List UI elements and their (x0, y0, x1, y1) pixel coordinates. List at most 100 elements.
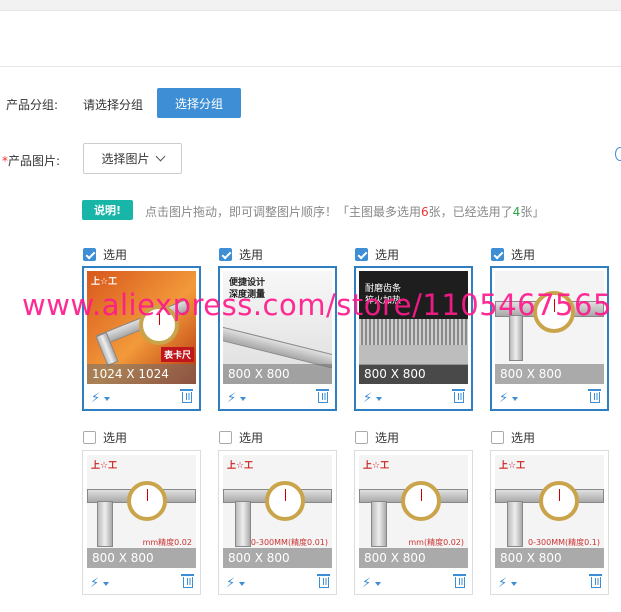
trash-icon[interactable] (588, 389, 601, 403)
image-select-1[interactable]: 选用 (83, 246, 127, 263)
caret-down-icon[interactable] (103, 582, 109, 586)
checkbox[interactable] (491, 431, 504, 444)
image-tools: ⚡ (355, 572, 472, 594)
image-card-8[interactable]: 上☆工 0-300MM(精度0.1) 800 X 800 ⚡ (490, 450, 609, 595)
chevron-down-icon (155, 151, 165, 162)
select-label: 选用 (511, 431, 536, 445)
caret-down-icon[interactable] (376, 397, 382, 401)
checkbox[interactable] (219, 248, 232, 261)
image-overlay-text: 上☆工 (227, 461, 254, 471)
select-image-button-label: 选择图片 (101, 152, 150, 166)
image-tools: ⚡ (220, 387, 335, 409)
store-watermark: www.aliexpress.com/store/1105467565 (22, 288, 612, 322)
product-image-6[interactable]: 上☆工 0-300MM(精度0.01) 800 X 800 (223, 455, 332, 568)
image-select-5[interactable]: 选用 (83, 429, 127, 446)
checkbox[interactable] (83, 248, 96, 261)
select-label: 选用 (239, 248, 264, 262)
image-card-6[interactable]: 上☆工 0-300MM(精度0.01) 800 X 800 ⚡ (218, 450, 337, 595)
image-select-7[interactable]: 选用 (355, 429, 399, 446)
product-image-label-text: 产品图片: (8, 154, 61, 168)
select-label: 选用 (375, 248, 400, 262)
magic-wand-icon[interactable]: ⚡ (226, 576, 235, 591)
caret-down-icon[interactable] (375, 582, 381, 586)
checkbox[interactable] (219, 431, 232, 444)
image-overlay-text: mm(精度0.02) (408, 538, 464, 547)
image-size: 1024 X 1024 (87, 364, 196, 384)
image-overlay-text: 上☆工 (91, 461, 118, 471)
image-tools: ⚡ (356, 387, 471, 409)
header-band (0, 11, 621, 67)
caret-down-icon[interactable] (512, 397, 518, 401)
image-tools: ⚡ (83, 572, 200, 594)
image-overlay-text: 0-300MM(精度0.01) (250, 538, 328, 547)
image-select-2[interactable]: 选用 (219, 246, 263, 263)
image-overlay-text: 上☆工 (499, 461, 526, 471)
product-group-label: 产品分组: (6, 98, 59, 112)
caliper-dial (539, 481, 579, 521)
select-label: 选用 (511, 248, 536, 262)
help-icon[interactable] (615, 147, 621, 161)
caliper-scale (359, 319, 468, 345)
image-size: 800 X 800 (223, 548, 332, 568)
top-bar (0, 0, 621, 10)
magic-wand-icon[interactable]: ⚡ (91, 391, 100, 406)
caliper-dial (401, 481, 441, 521)
image-select-3[interactable]: 选用 (355, 246, 399, 263)
caret-down-icon[interactable] (511, 582, 517, 586)
product-image-5[interactable]: 上☆工 mm精度0.02 800 X 800 (87, 455, 196, 568)
product-image-7[interactable]: 上☆工 mm(精度0.02) 800 X 800 (359, 455, 468, 568)
caret-down-icon[interactable] (239, 582, 245, 586)
caret-down-icon[interactable] (104, 397, 110, 401)
product-image-label: *产品图片: (2, 152, 60, 169)
caliper-bar (359, 345, 468, 365)
trash-icon[interactable] (180, 389, 193, 403)
checkbox[interactable] (355, 248, 368, 261)
select-label: 选用 (103, 431, 128, 445)
magic-wand-icon[interactable]: ⚡ (227, 391, 236, 406)
image-size: 800 X 800 (87, 548, 196, 568)
checkbox[interactable] (355, 431, 368, 444)
image-select-8[interactable]: 选用 (491, 429, 535, 446)
note-text-a: 点击图片拖动，即可调整图片顺序！「主图最多选用 (145, 205, 422, 219)
image-card-7[interactable]: 上☆工 mm(精度0.02) 800 X 800 ⚡ (354, 450, 473, 595)
image-tools: ⚡ (491, 572, 608, 594)
checkbox[interactable] (491, 248, 504, 261)
max-count: 6 (421, 205, 429, 219)
magic-wand-icon[interactable]: ⚡ (90, 576, 99, 591)
image-overlay-text: 上☆工 (363, 461, 390, 471)
trash-icon[interactable] (452, 389, 465, 403)
image-size: 800 X 800 (359, 364, 468, 384)
trash-icon[interactable] (316, 389, 329, 403)
image-size: 800 X 800 (359, 548, 468, 568)
magic-wand-icon[interactable]: ⚡ (363, 391, 372, 406)
note-text-c: 张」 (520, 205, 545, 219)
magic-wand-icon[interactable]: ⚡ (362, 576, 371, 591)
image-select-4[interactable]: 选用 (491, 246, 535, 263)
image-select-6[interactable]: 选用 (219, 429, 263, 446)
select-group-button[interactable]: 选择分组 (157, 88, 241, 118)
trash-icon[interactable] (453, 574, 466, 588)
caret-down-icon[interactable] (240, 397, 246, 401)
image-overlay-text: mm精度0.02 (142, 538, 192, 547)
note-text: 点击图片拖动，即可调整图片顺序！「主图最多选用6张，已经选用了4张」 (145, 203, 544, 220)
image-tools: ⚡ (219, 572, 336, 594)
select-image-button[interactable]: 选择图片 (83, 143, 182, 174)
select-label: 选用 (375, 431, 400, 445)
note-text-b: 张，已经选用了 (428, 205, 513, 219)
image-size: 800 X 800 (223, 364, 332, 384)
magic-wand-icon[interactable]: ⚡ (498, 576, 507, 591)
image-overlay-text: 0-300MM(精度0.1) (527, 538, 600, 547)
product-image-8[interactable]: 上☆工 0-300MM(精度0.1) 800 X 800 (495, 455, 604, 568)
trash-icon[interactable] (589, 574, 602, 588)
note-badge: 说明! (82, 200, 133, 220)
image-tools: ⚡ (492, 387, 607, 409)
trash-icon[interactable] (317, 574, 330, 588)
trash-icon[interactable] (181, 574, 194, 588)
magic-wand-icon[interactable]: ⚡ (499, 391, 508, 406)
image-overlay-text: 表卡尺 (160, 347, 194, 362)
checkbox[interactable] (83, 431, 96, 444)
select-label: 选用 (239, 431, 264, 445)
image-card-5[interactable]: 上☆工 mm精度0.02 800 X 800 ⚡ (82, 450, 201, 595)
select-label: 选用 (103, 248, 128, 262)
caliper-dial (127, 481, 167, 521)
